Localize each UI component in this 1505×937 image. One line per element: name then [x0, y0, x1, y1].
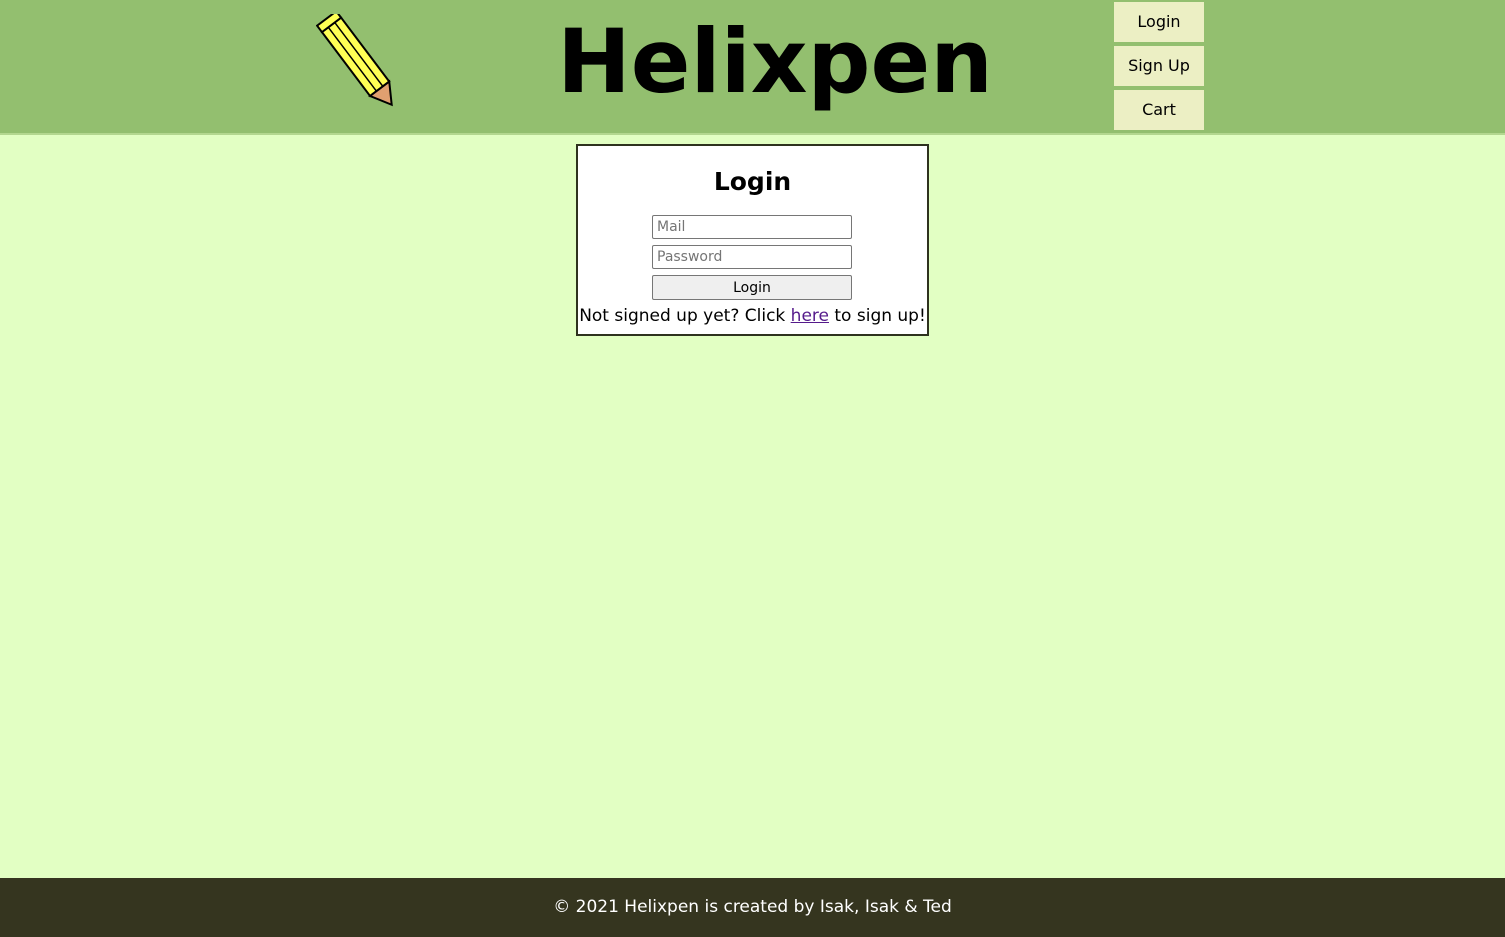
site-header: Helixpen Login Sign Up Cart: [0, 0, 1505, 135]
nav-login-button[interactable]: Login: [1114, 2, 1204, 42]
signup-link[interactable]: here: [791, 306, 829, 326]
footer-text: © 2021 Helixpen is created by Isak, Isak…: [553, 897, 952, 917]
login-submit-button[interactable]: Login: [652, 275, 852, 300]
login-form: Login Login Not signed up yet? Click her…: [576, 144, 929, 336]
nav-cart-button[interactable]: Cart: [1114, 90, 1204, 130]
login-title: Login: [713, 167, 792, 196]
pencil-icon: [316, 14, 393, 107]
site-title: Helixpen: [557, 10, 993, 113]
mail-input[interactable]: [652, 215, 852, 239]
nav-signup-button[interactable]: Sign Up: [1114, 46, 1204, 86]
site-footer: © 2021 Helixpen is created by Isak, Isak…: [0, 878, 1505, 937]
signup-prompt: Not signed up yet? Click here to sign up…: [578, 305, 927, 327]
header-nav: Login Sign Up Cart: [1114, 2, 1204, 134]
password-input[interactable]: [652, 245, 852, 269]
signup-prompt-after: to sign up!: [828, 306, 926, 326]
signup-prompt-before: Not signed up yet? Click: [579, 306, 791, 326]
